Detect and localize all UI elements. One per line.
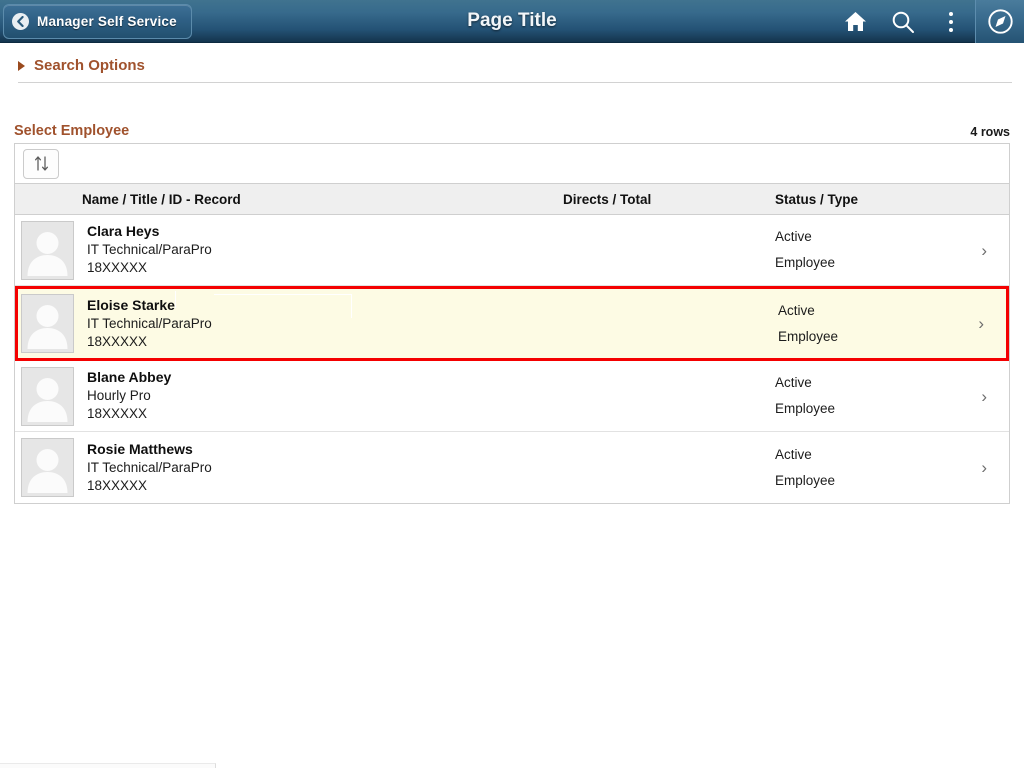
type-value: Employee [778,328,839,344]
chevron-right-icon[interactable]: › [978,315,984,332]
person-id: 18XXXXX [87,260,148,276]
status-lines: Active Employee [775,370,835,421]
table-row[interactable]: Rosie Matthews IT Technical/ParaPro 18XX… [15,432,1009,503]
footer-sliver [0,763,216,768]
person-title: Hourly Pro [87,388,151,404]
chevron-right-icon[interactable]: › [981,388,987,405]
three-dots-glyph [949,11,953,32]
status-lines: Active Employee [775,442,835,493]
status-lines: Active Employee [778,298,838,349]
status-lines: Active Employee [775,224,835,275]
navbar-compass-icon[interactable] [975,0,1024,43]
grid-toolbar [15,144,1009,184]
status-value: Active [775,446,812,462]
row-name-cell: Clara Heys IT Technical/ParaPro 18XXXXX [15,220,563,280]
type-value: Employee [775,401,836,416]
person-info: Blane Abbey Hourly Pro 18XXXXX [87,368,171,423]
back-button-label: Manager Self Service [37,13,177,29]
person-name: Clara Heys [87,223,160,240]
row-status-cell: Active Employee › [775,370,1009,421]
person-title: IT Technical/ParaPro [87,315,212,331]
avatar [21,438,74,497]
person-info: Rosie Matthews IT Technical/ParaPro 18XX… [87,440,212,495]
person-name: Blane Abbey [87,369,172,386]
chevron-right-icon [18,60,25,71]
person-id: 18XXXXX [87,406,148,422]
row-status-cell: Active Employee › [778,298,1006,349]
column-header-row: Name / Title / ID - Record Directs / Tot… [15,184,1009,215]
person-info: Eloise Starke IT Technical/ParaPro 18XXX… [87,296,212,351]
row-count-label: 4 rows [970,125,1010,139]
table-row[interactable]: Blane Abbey Hourly Pro 18XXXXX Active Em… [15,361,1009,432]
chevron-left-icon [12,12,29,30]
search-options-divider [18,82,1012,83]
grid-title: Select Employee [14,123,130,139]
person-id: 18XXXXX [87,333,148,349]
table-row[interactable]: Clara Heys IT Technical/ParaPro 18XXXXX … [15,215,1009,286]
row-status-cell: Active Employee › [775,224,1009,275]
person-id: 18XXXXX [87,477,148,493]
search-icon[interactable] [879,0,927,43]
avatar [21,366,74,426]
header-icon-group [831,0,1024,43]
search-options-section: Search Options [0,43,1024,83]
search-options-label: Search Options [34,57,145,74]
app-header: Manager Self Service Page Title [0,0,1024,43]
status-value: Active [775,229,812,245]
person-name: Eloise Starke [87,296,175,313]
status-value: Active [778,302,815,318]
person-title: IT Technical/ParaPro [87,459,212,475]
type-value: Employee [775,255,836,270]
search-options-toggle[interactable]: Search Options [0,57,145,82]
grid-titlebar: Select Employee 4 rows [14,123,1010,139]
person-info: Clara Heys IT Technical/ParaPro 18XXXXX [87,222,212,277]
actions-menu-icon[interactable] [927,0,975,43]
back-button[interactable]: Manager Self Service [3,3,192,39]
home-icon[interactable] [831,0,879,43]
row-status-cell: Active Employee › [775,442,1009,493]
status-value: Active [775,375,812,391]
avatar [21,294,74,353]
chevron-right-icon[interactable]: › [981,459,987,476]
type-value: Employee [775,472,836,488]
person-name: Rosie Matthews [87,440,193,457]
avatar [21,220,74,280]
person-title: IT Technical/ParaPro [87,242,212,258]
row-name-cell: Blane Abbey Hourly Pro 18XXXXX [15,366,563,426]
row-name-cell: Eloise Starke IT Technical/ParaPro 18XXX… [18,294,566,353]
table-row[interactable]: Eloise Starke IT Technical/ParaPro 18XXX… [15,286,1009,361]
sort-button[interactable] [23,148,59,179]
column-header-directs: Directs / Total [563,191,652,207]
column-header-name: Name / Title / ID - Record [82,191,241,207]
row-name-cell: Rosie Matthews IT Technical/ParaPro 18XX… [15,438,563,497]
column-header-status: Status / Type [775,191,859,207]
employee-grid: Name / Title / ID - Record Directs / Tot… [14,143,1010,504]
chevron-right-icon[interactable]: › [981,242,987,259]
